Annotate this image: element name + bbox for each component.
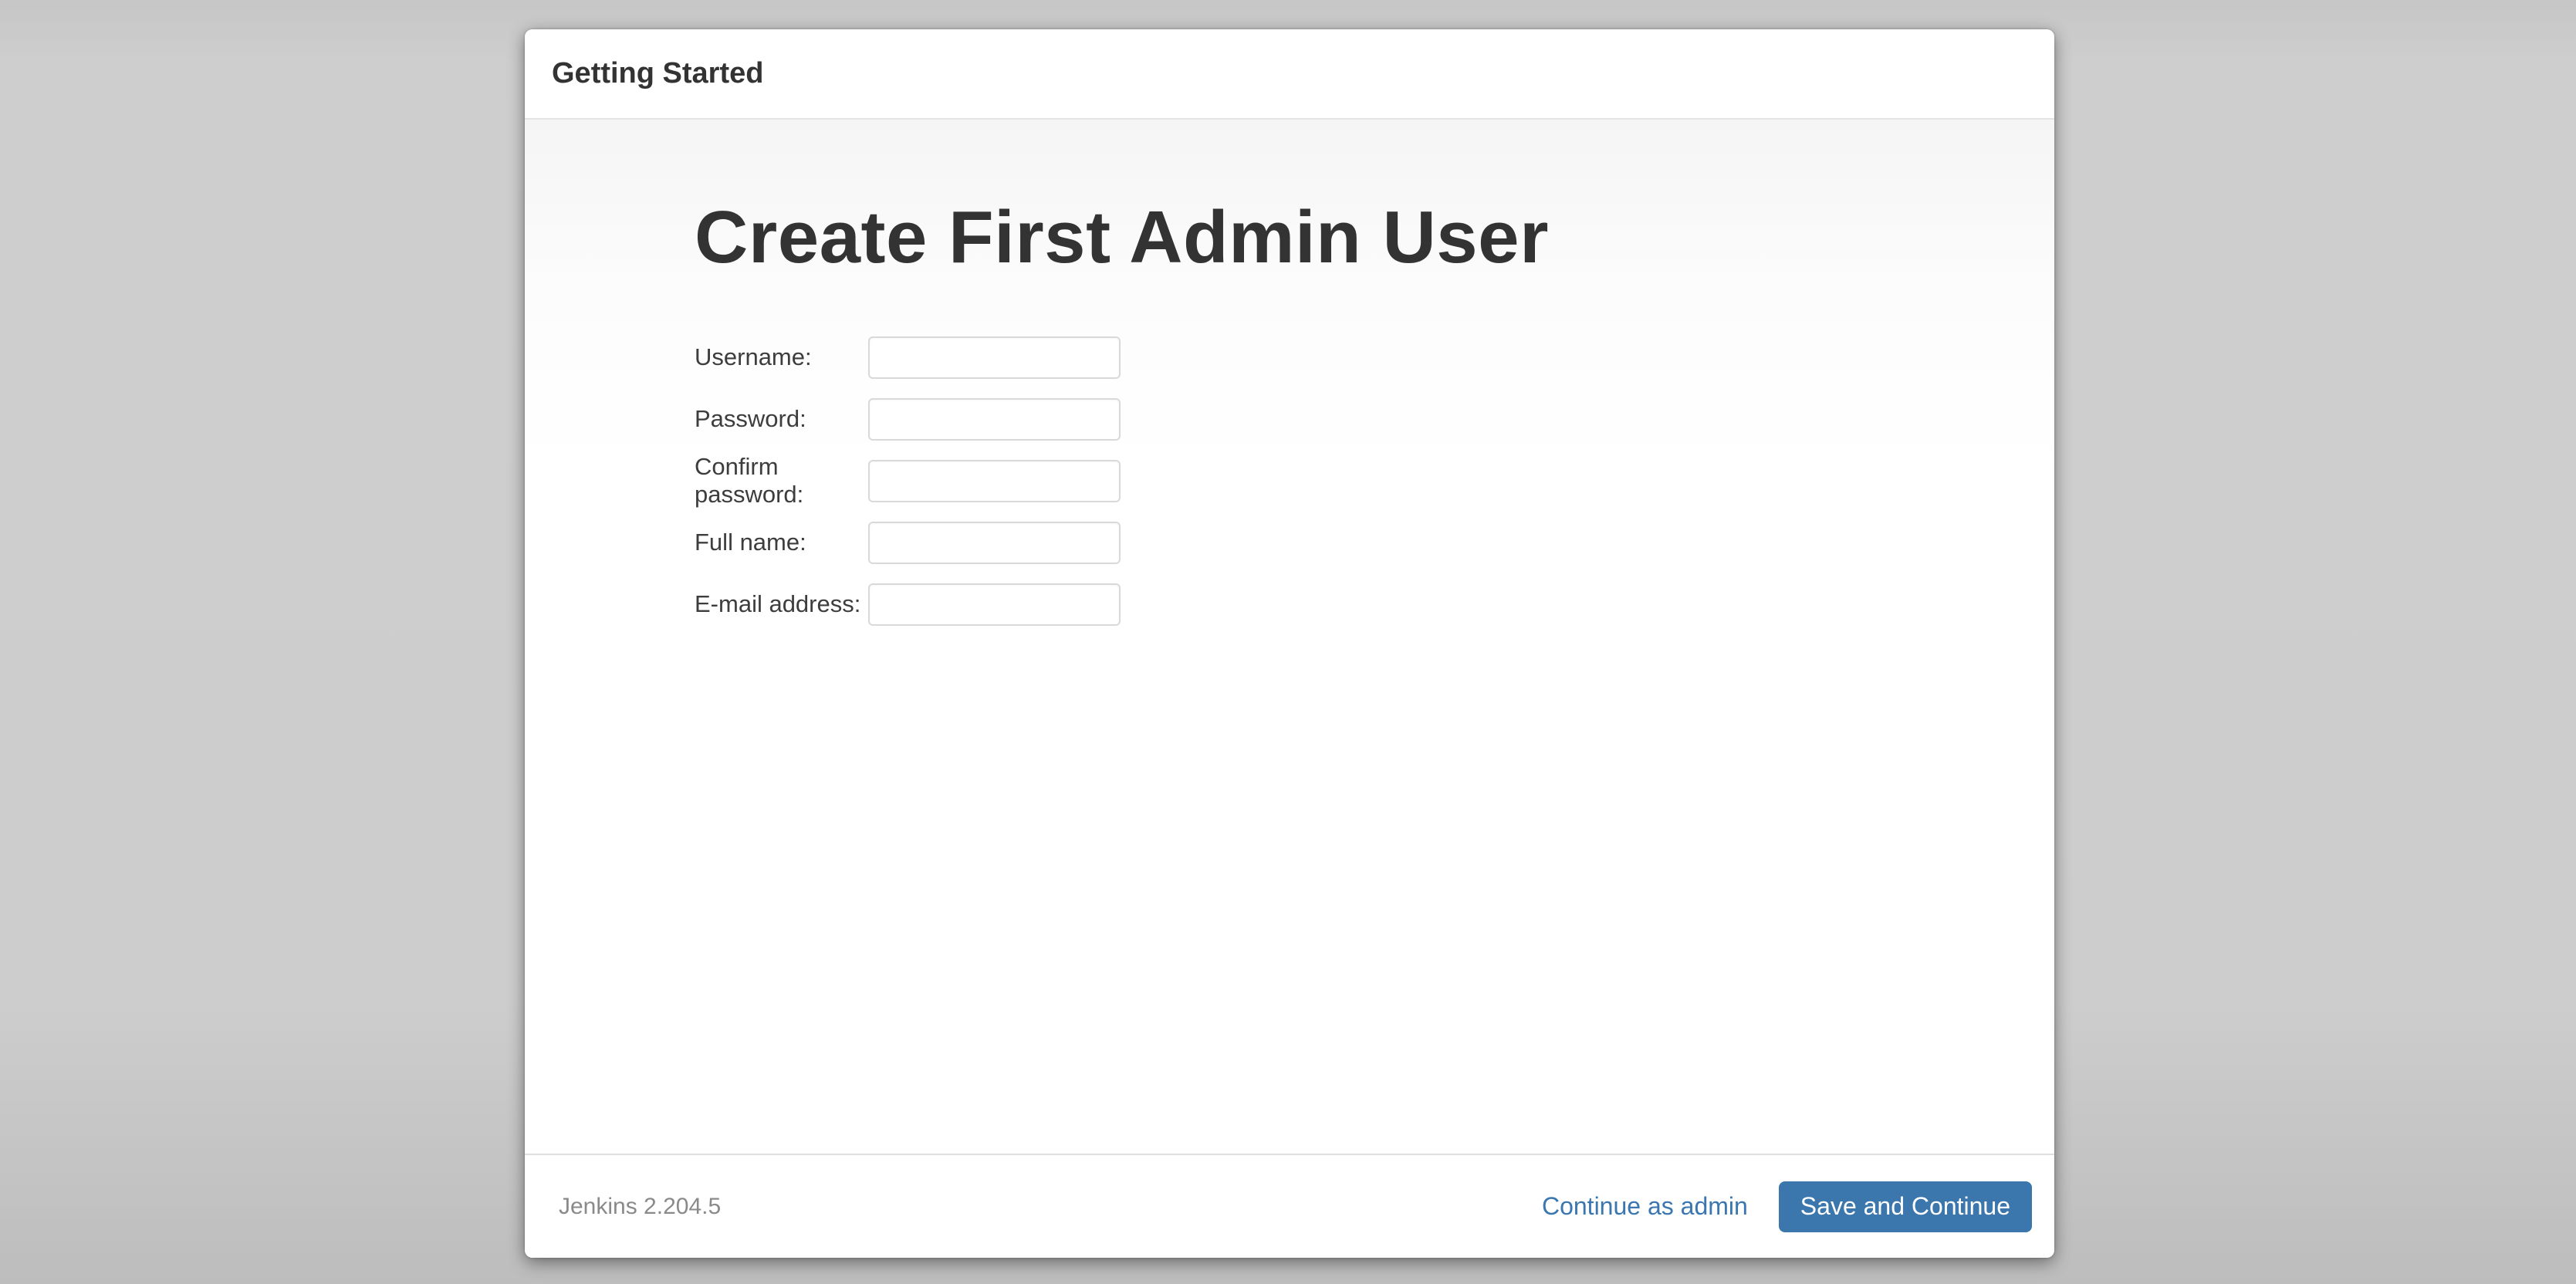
password-input[interactable] [868, 398, 1121, 441]
form-row-full-name: Full name: [695, 522, 2008, 564]
username-label: Username: [695, 343, 868, 371]
username-input[interactable] [868, 336, 1121, 379]
dialog-header: Getting Started [525, 29, 2054, 120]
full-name-input[interactable] [868, 522, 1121, 564]
create-admin-user-form: Username: Password: Confirm password: Fu… [695, 336, 2008, 626]
form-row-username: Username: [695, 336, 2008, 379]
form-row-password: Password: [695, 398, 2008, 441]
email-address-label: E-mail address: [695, 590, 868, 618]
footer-actions: Continue as admin Save and Continue [1542, 1181, 2032, 1232]
password-label: Password: [695, 405, 868, 433]
continue-as-admin-link[interactable]: Continue as admin [1542, 1192, 1748, 1221]
dialog-body: Create First Admin User Username: Passwo… [525, 120, 2054, 1154]
confirm-password-label: Confirm password: [695, 453, 868, 509]
confirm-password-input[interactable] [868, 460, 1121, 502]
dialog-footer: Jenkins 2.204.5 Continue as admin Save a… [525, 1154, 2054, 1258]
form-row-confirm-password: Confirm password: [695, 460, 2008, 502]
form-row-email-address: E-mail address: [695, 583, 2008, 626]
page-title: Create First Admin User [695, 197, 2008, 279]
getting-started-dialog: Getting Started Create First Admin User … [525, 29, 2054, 1258]
jenkins-version-text: Jenkins 2.204.5 [559, 1194, 721, 1220]
dialog-header-title: Getting Started [552, 57, 763, 90]
email-address-input[interactable] [868, 583, 1121, 626]
save-and-continue-button[interactable]: Save and Continue [1779, 1181, 2032, 1232]
full-name-label: Full name: [695, 529, 868, 556]
